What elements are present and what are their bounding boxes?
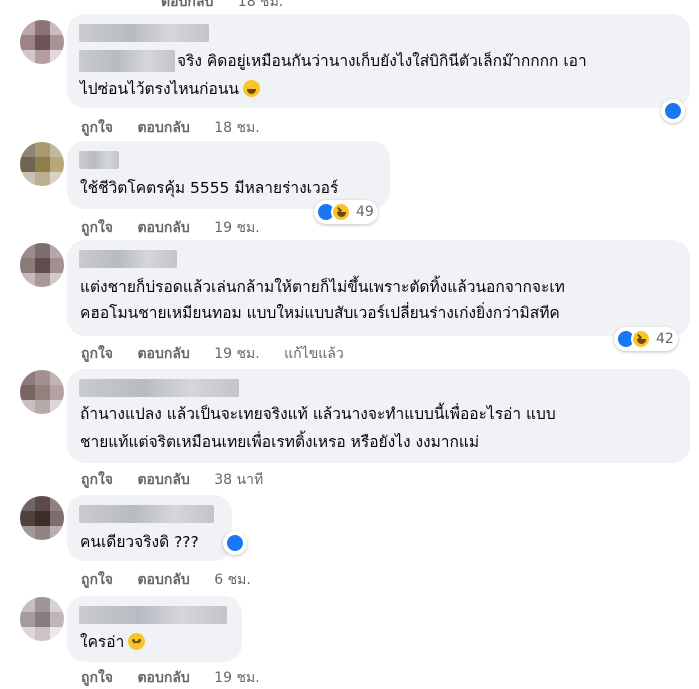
reply-link[interactable]: ตอบกลับ (137, 117, 189, 139)
commenter-name-blurred[interactable] (79, 151, 119, 169)
action-row: ถูกใจ ตอบกลับ 18 ชม. (81, 117, 280, 139)
avatar[interactable] (20, 20, 64, 64)
comment-text-line1: แต่งชายก็บ่รอดแล้วเล่นกล้ามให้ตายก็ไม่ขึ… (80, 278, 565, 296)
commenter-name-blurred[interactable] (79, 606, 227, 624)
comment-bubble: แต่งชายก็บ่รอดแล้วเล่นกล้ามให้ตายก็ไม่ขึ… (67, 240, 690, 336)
comment-bubble: ใครอ่า (67, 596, 242, 662)
timestamp[interactable]: 19 ชม. (214, 667, 259, 689)
comment-text-row: ใครอ่า (80, 629, 146, 655)
timestamp[interactable]: 19 ชม. (214, 343, 259, 365)
comment-text-line2: ชายแท้แต่จริตเหมือนเทยเพื่อเรทติ้งเหรอ ห… (80, 433, 480, 451)
action-row: ถูกใจ ตอบกลับ 38 นาที (81, 469, 283, 491)
reply-link[interactable]: ตอบกลับ (137, 217, 189, 239)
like-link[interactable]: ถูกใจ (81, 469, 113, 491)
like-link[interactable]: ถูกใจ (81, 343, 113, 365)
pensive-face-emoji (128, 633, 146, 650)
comment-text: ใช้ชีวิตโคตรคุ้ม 5555 มีหลายร่างเวอร์ (80, 179, 339, 197)
reply-link[interactable]: ตอบกลับ (137, 469, 189, 491)
action-row: ถูกใจ ตอบกลับ 6 ชม. (81, 569, 271, 591)
reaction-summary[interactable] (661, 99, 685, 123)
rolling-laugh-emoji (243, 80, 261, 97)
timestamp[interactable]: 38 นาที (214, 469, 263, 491)
reaction-count: 42 (656, 331, 674, 347)
edited-label: แก้ไขแล้ว (284, 346, 344, 362)
like-link[interactable]: ถูกใจ (81, 667, 113, 689)
comment-bubble: คนเดียวจริงดิ ??? (67, 495, 232, 561)
haha-icon (331, 202, 351, 222)
like-icon (225, 533, 245, 553)
reaction-summary[interactable]: 49 (314, 200, 378, 224)
timestamp[interactable]: 19 ชม. (214, 217, 259, 239)
comment-text-line2: ไปซ่อนไว้ตรงไหนก่อนน (80, 76, 261, 102)
like-icon (663, 101, 683, 121)
reply-link[interactable]: ตอบกลับ (137, 343, 189, 365)
action-row: ถูกใจ ตอบกลับ 19 ชม. (81, 217, 280, 239)
timestamp[interactable]: 18 ชม. (238, 0, 283, 13)
action-row-top: ตอบกลับ 18 ชม. (81, 0, 303, 13)
comment-bubble: จริง คิดอยู่เหมือนกันว่านางเก็บยังไงใส่บ… (67, 14, 690, 108)
commenter-name-blurred[interactable] (79, 505, 214, 523)
avatar[interactable] (20, 496, 64, 540)
commenter-name-blurred[interactable] (79, 379, 239, 397)
comment-text-line2: คฮอโมนชายเหมียนทอม แบบใหม่แบบสับเวอร์เปล… (80, 304, 560, 322)
reply-link[interactable]: ตอบกลับ (137, 569, 189, 591)
like-link[interactable]: ถูกใจ (81, 569, 113, 591)
avatar[interactable] (20, 142, 64, 186)
timestamp[interactable]: 18 ชม. (214, 117, 259, 139)
action-row: ถูกใจ ตอบกลับ 19 ชม. แก้ไขแล้ว (81, 343, 364, 365)
action-row: ถูกใจ ตอบกลับ 19 ชม. (81, 667, 280, 689)
comment-bubble: ใช้ชีวิตโคตรคุ้ม 5555 มีหลายร่างเวอร์ (67, 141, 390, 209)
comment-text: ใครอ่า (80, 633, 125, 651)
avatar[interactable] (20, 597, 64, 641)
reaction-count: 49 (356, 204, 374, 220)
timestamp[interactable]: 6 ชม. (214, 569, 251, 591)
commenter-name-blurred[interactable] (79, 250, 177, 268)
like-link[interactable]: ถูกใจ (81, 217, 113, 239)
comment-text-line1: ถ้านางแปลง แล้วเป็นจะเทยจริงแท้ แล้วนางจ… (80, 405, 556, 423)
haha-icon (631, 329, 651, 349)
reaction-summary[interactable]: 42 (614, 327, 678, 351)
avatar[interactable] (20, 243, 64, 287)
blurred-text (79, 50, 175, 72)
reaction-summary[interactable] (223, 531, 247, 555)
comment-text: ไปซ่อนไว้ตรงไหนก่อนน (80, 80, 240, 98)
comment-text: คนเดียวจริงดิ ??? (80, 533, 199, 551)
like-link[interactable]: ถูกใจ (81, 117, 113, 139)
reply-link[interactable]: ตอบกลับ (137, 667, 189, 689)
comment-bubble: ถ้านางแปลง แล้วเป็นจะเทยจริงแท้ แล้วนางจ… (67, 369, 690, 463)
avatar[interactable] (20, 370, 64, 414)
commenter-name-blurred[interactable] (79, 24, 209, 42)
reply-link[interactable]: ตอบกลับ (161, 0, 213, 13)
comment-text-line1: จริง คิดอยู่เหมือนกันว่านางเก็บยังไงใส่บ… (177, 52, 587, 70)
